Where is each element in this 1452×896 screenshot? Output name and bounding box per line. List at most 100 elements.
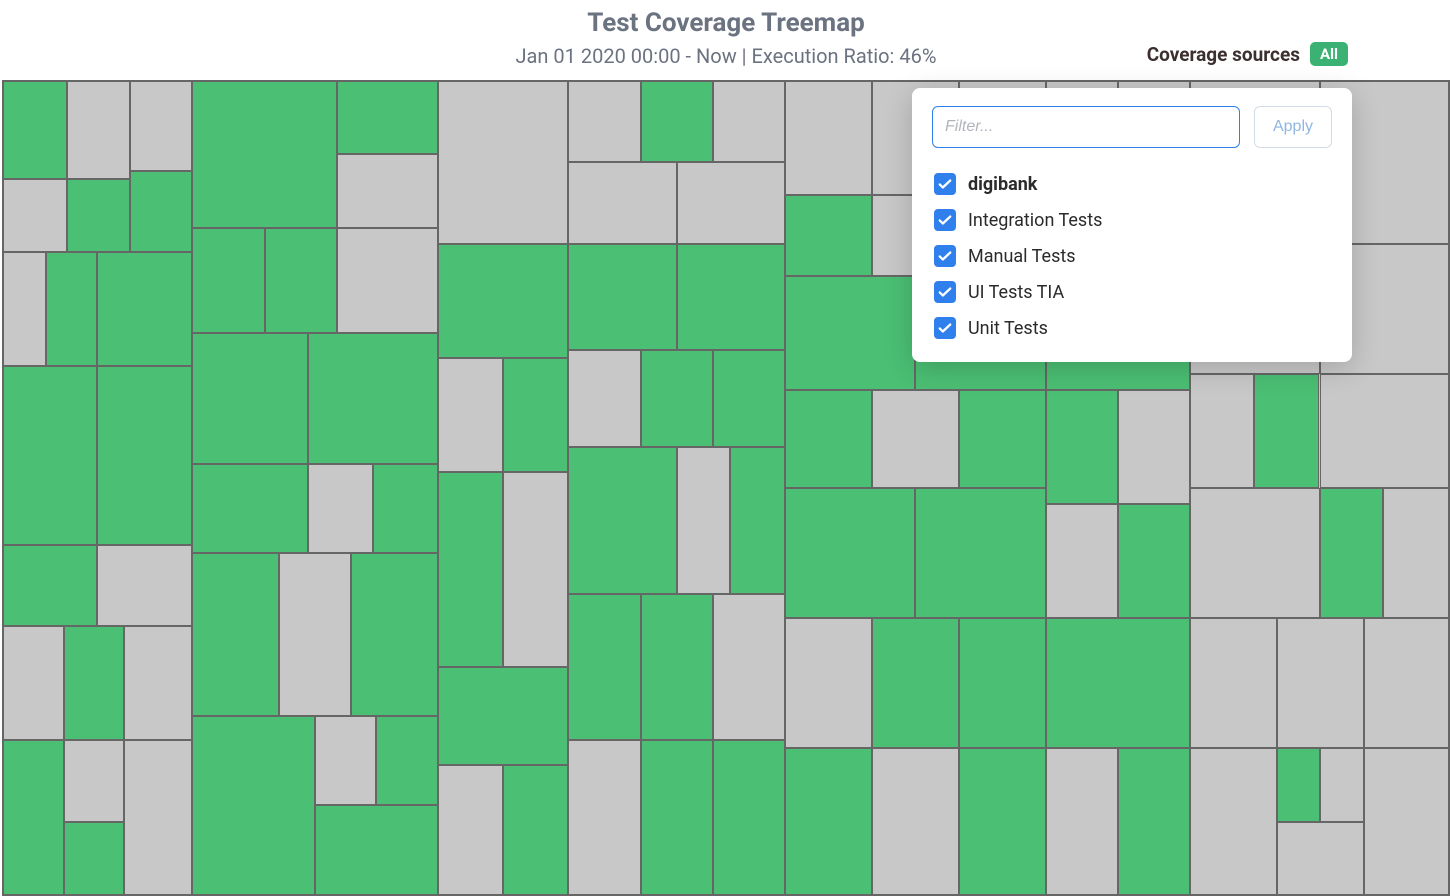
treemap-cell[interactable] bbox=[337, 81, 438, 154]
treemap-cell[interactable] bbox=[641, 81, 713, 162]
treemap-cell[interactable] bbox=[568, 162, 676, 243]
treemap-cell[interactable] bbox=[503, 472, 568, 667]
treemap-cell[interactable] bbox=[959, 618, 1046, 748]
treemap-cell[interactable] bbox=[1320, 748, 1363, 821]
treemap-cell[interactable] bbox=[959, 748, 1046, 895]
treemap-cell[interactable] bbox=[64, 626, 125, 740]
treemap-cell[interactable] bbox=[438, 358, 503, 472]
treemap-cell[interactable] bbox=[308, 464, 373, 554]
treemap-cell[interactable] bbox=[1364, 618, 1449, 748]
treemap-cell[interactable] bbox=[959, 390, 1046, 488]
checkbox-checked-icon[interactable] bbox=[934, 281, 956, 303]
source-item[interactable]: Integration Tests bbox=[932, 202, 1332, 238]
coverage-sources-toggle[interactable]: Coverage sources All bbox=[1147, 42, 1348, 66]
treemap-cell[interactable] bbox=[192, 333, 308, 463]
treemap-cell[interactable] bbox=[568, 81, 640, 162]
treemap-cell[interactable] bbox=[568, 594, 640, 741]
treemap-cell[interactable] bbox=[1320, 488, 1384, 618]
treemap-cell[interactable] bbox=[337, 228, 438, 334]
treemap-cell[interactable] bbox=[641, 594, 713, 741]
source-item[interactable]: UI Tests TIA bbox=[932, 274, 1332, 310]
checkbox-checked-icon[interactable] bbox=[934, 245, 956, 267]
treemap-cell[interactable] bbox=[438, 81, 568, 244]
sources-apply-button[interactable]: Apply bbox=[1254, 106, 1332, 148]
treemap-cell[interactable] bbox=[1118, 504, 1190, 618]
source-item[interactable]: digibank bbox=[932, 166, 1332, 202]
treemap-cell[interactable] bbox=[265, 228, 337, 334]
treemap-cell[interactable] bbox=[872, 748, 959, 895]
treemap-cell[interactable] bbox=[315, 716, 376, 806]
treemap-cell[interactable] bbox=[315, 805, 438, 895]
treemap-cell[interactable] bbox=[192, 553, 279, 716]
treemap-cell[interactable] bbox=[785, 81, 872, 195]
treemap-cell[interactable] bbox=[192, 228, 264, 334]
treemap-cell[interactable] bbox=[64, 740, 125, 821]
treemap-cell[interactable] bbox=[3, 626, 64, 740]
treemap-cell[interactable] bbox=[713, 81, 785, 162]
treemap-cell[interactable] bbox=[1190, 488, 1319, 618]
treemap-cell[interactable] bbox=[64, 822, 125, 895]
treemap-cell[interactable] bbox=[3, 545, 97, 626]
treemap-cell[interactable] bbox=[1118, 748, 1190, 895]
treemap-cell[interactable] bbox=[785, 276, 915, 390]
treemap-cell[interactable] bbox=[872, 390, 959, 488]
treemap-cell[interactable] bbox=[3, 740, 64, 895]
treemap-cell[interactable] bbox=[713, 740, 785, 895]
treemap-cell[interactable] bbox=[677, 244, 785, 350]
treemap-cell[interactable] bbox=[785, 488, 915, 618]
treemap-cell[interactable] bbox=[130, 171, 192, 252]
treemap-cell[interactable] bbox=[1190, 748, 1277, 895]
treemap-cell[interactable] bbox=[785, 195, 872, 276]
treemap-cell[interactable] bbox=[3, 81, 67, 179]
checkbox-checked-icon[interactable] bbox=[934, 209, 956, 231]
treemap-cell[interactable] bbox=[641, 740, 713, 895]
treemap-cell[interactable] bbox=[438, 667, 568, 765]
treemap-cell[interactable] bbox=[97, 545, 192, 626]
treemap-cell[interactable] bbox=[124, 626, 192, 740]
treemap-cell[interactable] bbox=[3, 252, 46, 366]
source-item[interactable]: Manual Tests bbox=[932, 238, 1332, 274]
treemap-cell[interactable] bbox=[677, 162, 785, 243]
treemap-cell[interactable] bbox=[785, 618, 872, 748]
treemap-cell[interactable] bbox=[503, 358, 568, 472]
treemap-cell[interactable] bbox=[641, 350, 713, 448]
treemap-cell[interactable] bbox=[337, 154, 438, 227]
treemap-cell[interactable] bbox=[1190, 374, 1254, 488]
treemap-cell[interactable] bbox=[730, 447, 785, 594]
treemap-cell[interactable] bbox=[713, 350, 785, 448]
treemap-cell[interactable] bbox=[1118, 390, 1190, 504]
treemap-cell[interactable] bbox=[67, 179, 131, 252]
treemap-cell[interactable] bbox=[785, 390, 872, 488]
treemap-cell[interactable] bbox=[3, 366, 97, 545]
treemap-cell[interactable] bbox=[351, 553, 438, 716]
treemap-cell[interactable] bbox=[1254, 374, 1319, 488]
treemap-cell[interactable] bbox=[1046, 390, 1118, 504]
treemap-cell[interactable] bbox=[1046, 504, 1118, 618]
treemap-cell[interactable] bbox=[438, 244, 568, 358]
treemap-cell[interactable] bbox=[713, 594, 785, 741]
treemap-cell[interactable] bbox=[568, 447, 676, 594]
treemap-cell[interactable] bbox=[130, 81, 192, 171]
checkbox-checked-icon[interactable] bbox=[934, 173, 956, 195]
treemap-cell[interactable] bbox=[503, 765, 568, 895]
treemap-cell[interactable] bbox=[97, 252, 192, 366]
treemap-cell[interactable] bbox=[568, 740, 640, 895]
treemap-cell[interactable] bbox=[1277, 748, 1320, 821]
treemap-cell[interactable] bbox=[1190, 618, 1277, 748]
treemap-cell[interactable] bbox=[915, 488, 1045, 618]
treemap-cell[interactable] bbox=[1046, 748, 1118, 895]
treemap-cell[interactable] bbox=[376, 716, 438, 806]
treemap-cell[interactable] bbox=[124, 740, 192, 895]
treemap-cell[interactable] bbox=[97, 366, 192, 545]
treemap-cell[interactable] bbox=[1277, 822, 1364, 895]
treemap-cell[interactable] bbox=[1277, 618, 1364, 748]
treemap-cell[interactable] bbox=[677, 447, 731, 594]
treemap-cell[interactable] bbox=[46, 252, 97, 366]
treemap-cell[interactable] bbox=[568, 350, 640, 448]
sources-filter-input[interactable] bbox=[932, 106, 1240, 148]
treemap-cell[interactable] bbox=[308, 333, 438, 463]
treemap-cell[interactable] bbox=[373, 464, 438, 554]
treemap-cell[interactable] bbox=[785, 748, 872, 895]
checkbox-checked-icon[interactable] bbox=[934, 317, 956, 339]
source-item[interactable]: Unit Tests bbox=[932, 310, 1332, 346]
